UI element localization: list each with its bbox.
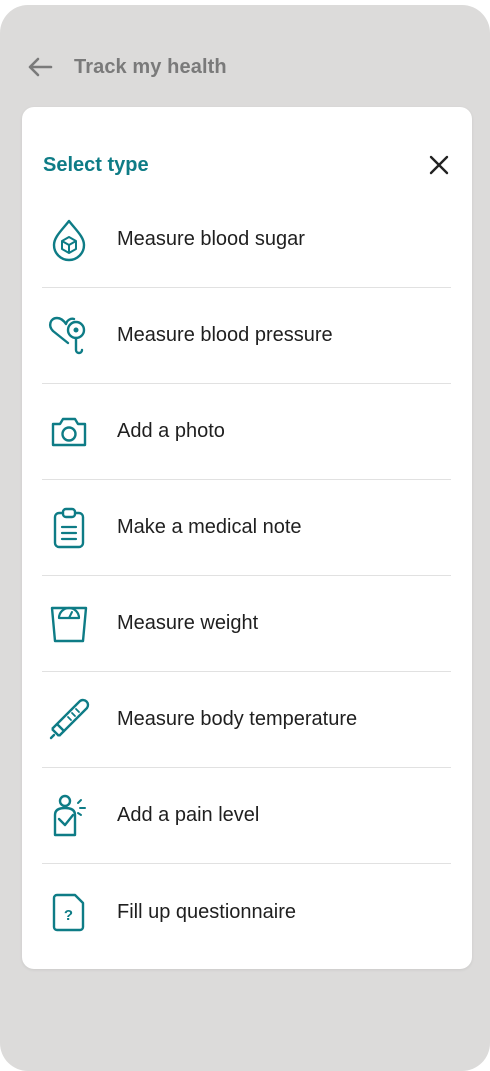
item-questionnaire[interactable]: ? Fill up questionnaire: [42, 864, 451, 960]
clipboard-note-icon: [42, 504, 96, 552]
item-medical-note[interactable]: Make a medical note: [42, 480, 451, 576]
item-blood-pressure[interactable]: Measure blood pressure: [42, 288, 451, 384]
app-screen: Track my health Select type Measure bloo…: [0, 5, 490, 1071]
item-label: Add a pain level: [117, 804, 260, 826]
camera-icon: [42, 408, 96, 456]
sheet-header: Select type: [43, 143, 451, 187]
item-pain-level[interactable]: Add a pain level: [42, 768, 451, 864]
weight-scale-icon: [42, 600, 96, 648]
close-icon[interactable]: [423, 149, 455, 181]
blood-drop-icon: [42, 216, 96, 264]
sheet-title: Select type: [43, 153, 149, 176]
item-label: Fill up questionnaire: [117, 900, 296, 923]
item-label: Measure body temperature: [117, 708, 358, 730]
pain-person-icon: [42, 792, 96, 840]
item-label: Measure weight: [117, 612, 259, 634]
heart-stethoscope-icon: [42, 312, 96, 360]
page-title: Track my health: [74, 55, 227, 78]
top-bar: Track my health: [26, 47, 227, 87]
item-label: Add a photo: [117, 420, 225, 442]
item-label: Make a medical note: [117, 516, 302, 538]
questionnaire-icon: ?: [42, 888, 96, 936]
arrow-left-icon[interactable]: [26, 53, 54, 81]
type-list: Measure blood sugar Measure blood pressu…: [42, 192, 451, 960]
select-type-sheet: Select type Measure blood sugar Measure …: [22, 107, 472, 969]
item-blood-sugar[interactable]: Measure blood sugar: [42, 192, 451, 288]
thermometer-icon: [42, 696, 96, 744]
item-body-temperature[interactable]: Measure body temperature: [42, 672, 451, 768]
item-weight[interactable]: Measure weight: [42, 576, 451, 672]
item-label: Measure blood pressure: [117, 324, 333, 346]
item-label: Measure blood sugar: [117, 228, 305, 250]
svg-text:?: ?: [64, 907, 73, 924]
item-photo[interactable]: Add a photo: [42, 384, 451, 480]
